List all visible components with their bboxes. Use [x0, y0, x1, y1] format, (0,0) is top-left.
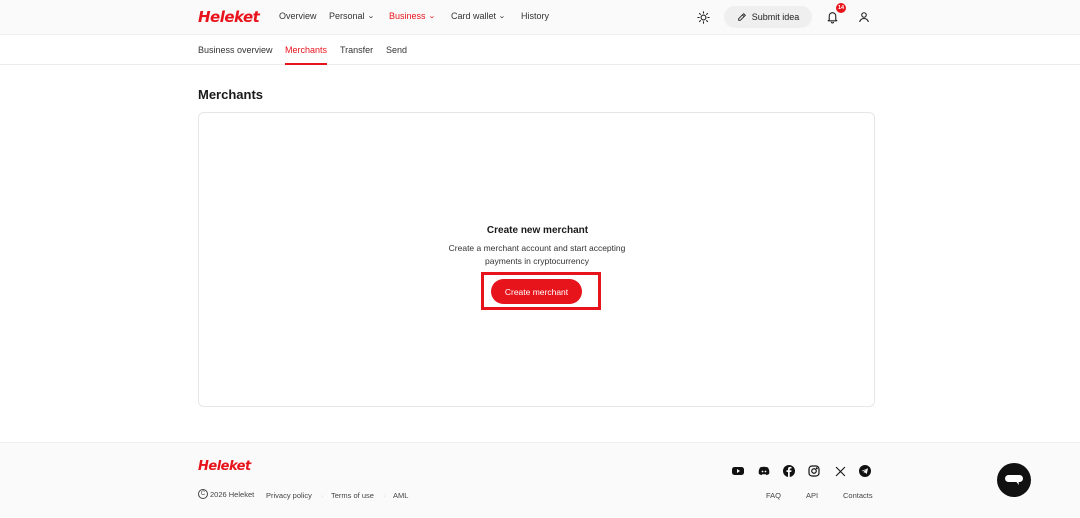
nav-business-label: Business: [389, 11, 426, 21]
terms-of-use-link[interactable]: Terms of use: [331, 491, 374, 500]
aml-link[interactable]: AML: [393, 491, 408, 500]
api-link[interactable]: API: [806, 491, 818, 500]
chat-support-button[interactable]: [997, 463, 1031, 497]
active-tab-indicator: [285, 63, 327, 65]
heleket-logo[interactable]: Heleket: [198, 8, 260, 26]
nav-card-wallet[interactable]: Card wallet ⌄: [451, 11, 506, 21]
create-merchant-button[interactable]: Create merchant: [491, 279, 582, 304]
chevron-down-icon: ⌄: [427, 13, 436, 20]
telegram-icon[interactable]: [859, 465, 871, 477]
nav-overview[interactable]: Overview: [279, 11, 317, 21]
x-icon[interactable]: [834, 465, 846, 477]
business-subtabs: Business overview Merchants Transfer Sen…: [0, 34, 1080, 65]
empty-state-description: Create a merchant account and start acce…: [448, 243, 626, 266]
nav-personal-label: Personal: [329, 11, 365, 21]
faq-link[interactable]: FAQ: [766, 491, 781, 500]
chevron-down-icon: ⌄: [366, 13, 375, 20]
pencil-icon: [737, 13, 746, 21]
tab-merchants[interactable]: Merchants: [285, 45, 327, 55]
privacy-policy-link[interactable]: Privacy policy: [266, 491, 312, 500]
nav-personal[interactable]: Personal ⌄: [329, 11, 375, 21]
submit-idea-button[interactable]: Submit idea: [724, 6, 812, 28]
submit-idea-label: Submit idea: [751, 12, 800, 22]
copyright-icon: C: [198, 489, 208, 499]
footer-heleket-logo[interactable]: Heleket: [198, 459, 251, 474]
facebook-icon[interactable]: [783, 465, 795, 477]
instagram-icon[interactable]: [808, 465, 820, 477]
empty-state-title: Create new merchant: [486, 225, 589, 236]
tab-transfer[interactable]: Transfer: [340, 45, 373, 55]
nav-history-label: History: [521, 11, 550, 21]
user-icon[interactable]: [857, 10, 871, 24]
discord-icon[interactable]: [758, 465, 770, 477]
page-title: Merchants: [198, 87, 264, 102]
sun-icon[interactable]: [696, 10, 710, 24]
footer: Heleket C 2026 Heleket Privacy policy · …: [0, 442, 1080, 518]
tab-send[interactable]: Send: [386, 45, 407, 55]
nav-business[interactable]: Business ⌄: [389, 11, 436, 21]
nav-history[interactable]: History: [521, 11, 549, 21]
copyright-text: 2026 Heleket: [210, 489, 255, 499]
merchants-empty-card: Create new merchant Create a merchant ac…: [198, 112, 875, 407]
tab-business-overview[interactable]: Business overview: [198, 45, 273, 55]
divider: ·: [321, 491, 324, 500]
nav-overview-label: Overview: [279, 11, 317, 21]
contacts-link[interactable]: Contacts: [843, 491, 873, 500]
chat-icon: [1005, 475, 1023, 485]
nav-card-wallet-label: Card wallet: [451, 11, 497, 21]
copyright: C 2026 Heleket: [198, 489, 254, 499]
youtube-icon[interactable]: [732, 465, 744, 477]
chevron-down-icon: ⌄: [498, 13, 506, 20]
notification-badge: 14: [836, 3, 846, 13]
top-navigation-bar: Heleket Overview Personal ⌄ Business ⌄ C…: [0, 0, 1080, 34]
divider: ·: [383, 491, 386, 500]
